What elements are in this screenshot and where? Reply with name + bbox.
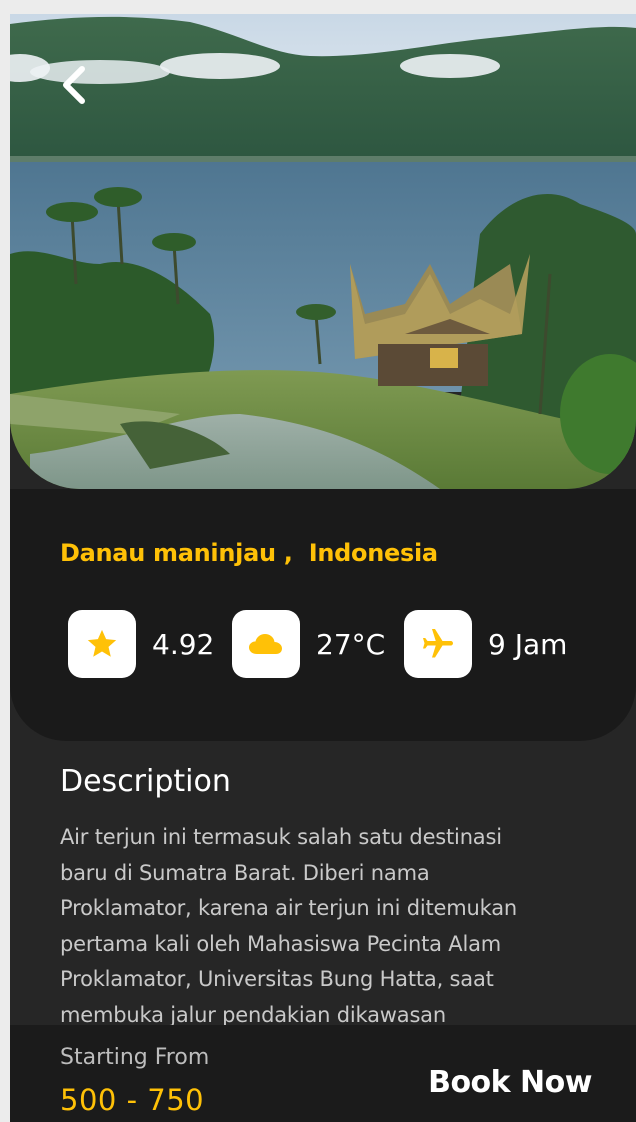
description-line: baru di Sumatra Barat. Diberi nama <box>60 860 430 885</box>
flight-duration-value: 9 Jam <box>488 627 568 661</box>
flight-stat: 9 Jam <box>404 610 567 678</box>
star-icon <box>87 629 117 657</box>
location-name: Danau maninjau , <box>60 539 293 567</box>
temperature-value: 27°C <box>316 627 386 661</box>
stats-row: 4.92 27°C 9 Jam <box>68 610 628 678</box>
description-line: Air terjun ini termasuk salah satu desti… <box>60 825 502 849</box>
description-text: Air terjun ini termasuk salah satu desti… <box>60 820 590 1033</box>
book-now-button[interactable]: Book Now <box>428 1065 592 1100</box>
info-card: Danau maninjau , Indonesia 4.92 27°C 9 J… <box>10 489 636 741</box>
cloud-icon <box>249 634 282 654</box>
temperature-stat: 27°C <box>232 610 385 678</box>
rating-value: 4.92 <box>152 627 215 661</box>
hero-image <box>10 14 636 489</box>
price-range: 500 - 750 <box>60 1083 205 1117</box>
location-title: Danau maninjau , Indonesia <box>60 539 438 567</box>
airplane-icon <box>423 629 453 658</box>
starting-from-label: Starting From <box>60 1045 210 1070</box>
back-button[interactable] <box>54 62 94 108</box>
rating-badge <box>68 610 136 678</box>
description-line: Proklamator, karena air terjun ini ditem… <box>60 896 518 920</box>
temperature-badge <box>232 610 300 678</box>
description-title: Description <box>60 764 231 799</box>
description-line: Proklamator, Universitas Bung Hatta, saa… <box>60 967 494 991</box>
rating-stat: 4.92 <box>68 610 214 678</box>
chevron-left-icon <box>63 66 85 104</box>
flight-badge <box>404 610 472 678</box>
lake-landscape-illustration <box>10 14 636 489</box>
destination-detail-screen: Danau maninjau , Indonesia 4.92 27°C 9 J… <box>10 14 636 1122</box>
booking-bar: Starting From 500 - 750 Book Now <box>10 1025 636 1122</box>
description-line: pertama kali oleh Mahasiswa Pecinta Alam <box>60 931 502 956</box>
location-country: Indonesia <box>308 539 438 567</box>
